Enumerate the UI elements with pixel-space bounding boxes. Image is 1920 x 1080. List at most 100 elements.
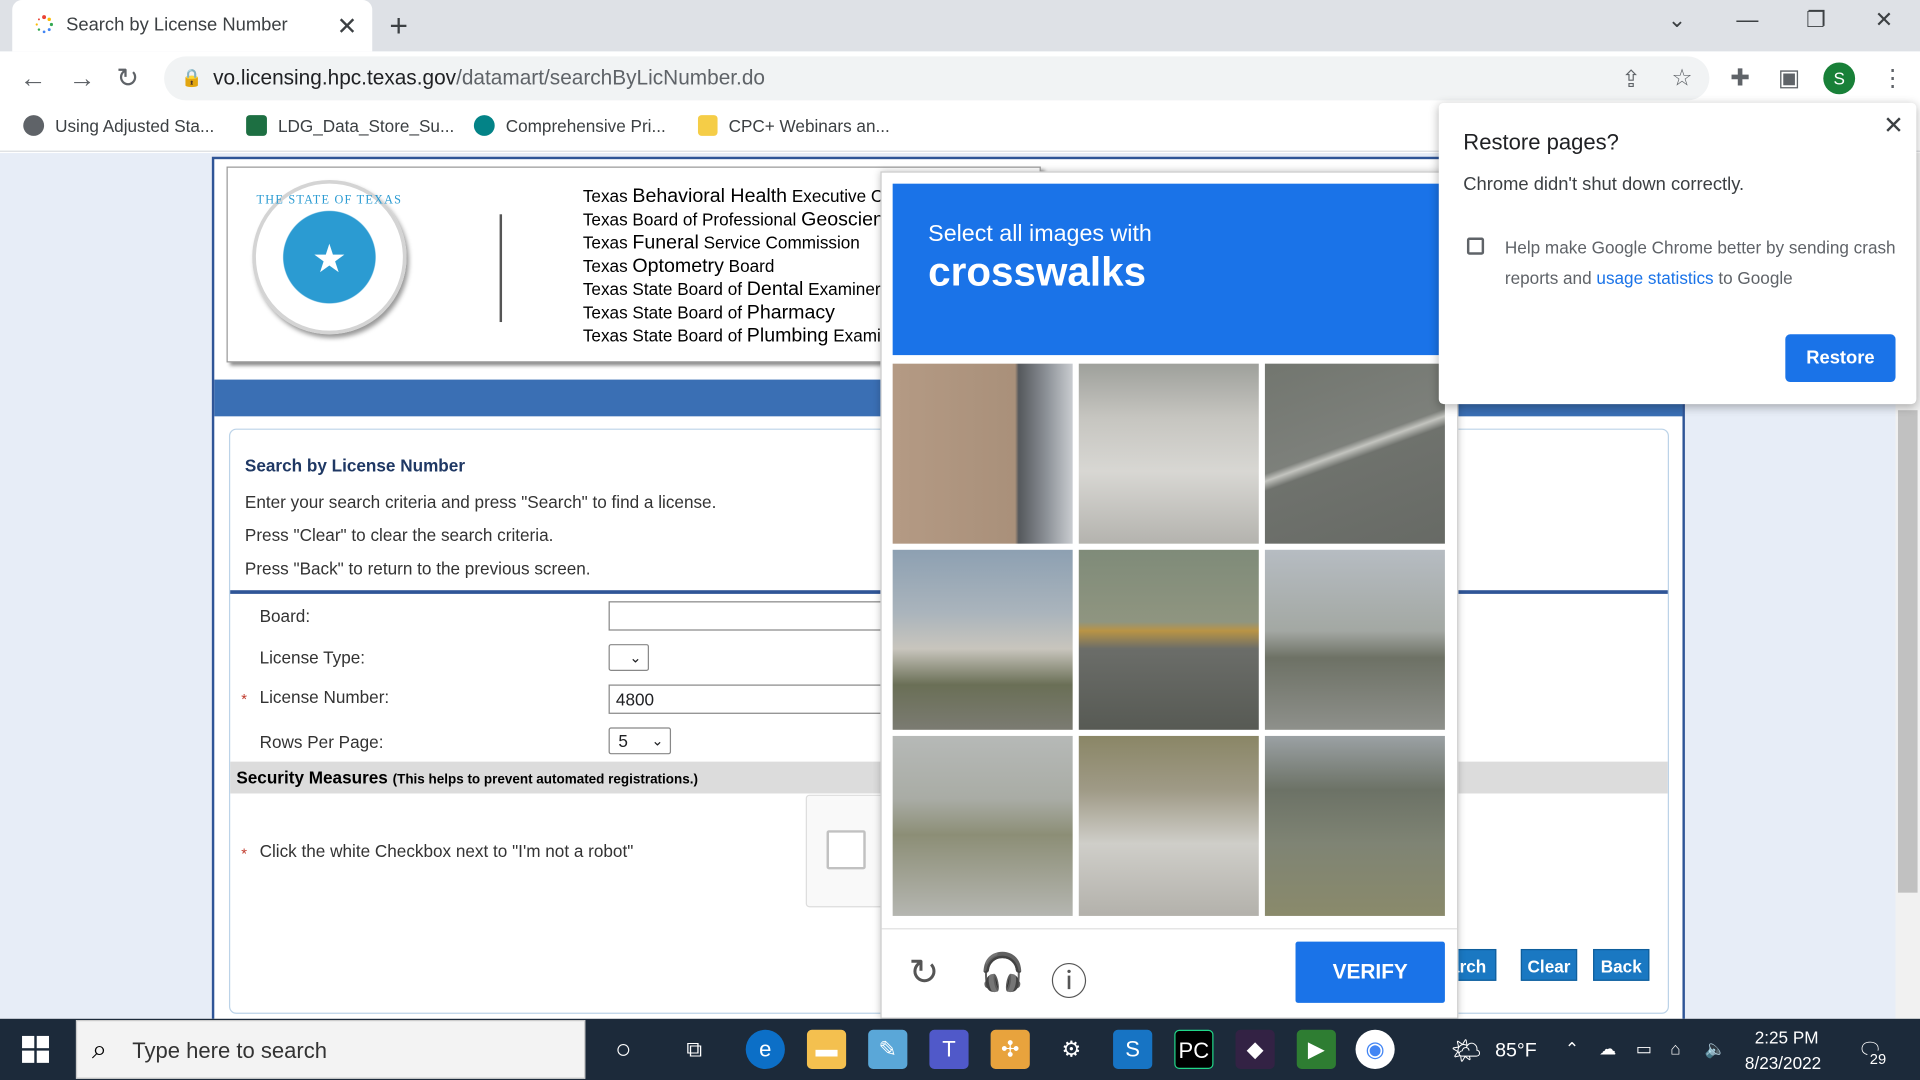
- url-text[interactable]: vo.licensing.hpc.texas.gov/datamart/sear…: [213, 66, 765, 90]
- scrollbar-thumb[interactable]: [1897, 410, 1918, 893]
- onedrive-icon[interactable]: ☁: [1599, 1038, 1616, 1059]
- address-bar[interactable]: 🔒 vo.licensing.hpc.texas.gov/datamart/se…: [164, 56, 1710, 101]
- rows-per-page-select[interactable]: 5 ⌄: [608, 727, 672, 755]
- rows-per-page-label: Rows Per Page:: [259, 732, 384, 752]
- task-view-icon[interactable]: ⧉: [675, 1030, 714, 1069]
- battery-icon[interactable]: ▭: [1636, 1038, 1652, 1059]
- weather-temp[interactable]: 85°F: [1495, 1041, 1537, 1063]
- teams-icon[interactable]: T: [929, 1029, 969, 1069]
- folder-icon: [697, 115, 718, 136]
- reload-icon[interactable]: ↻: [116, 62, 139, 94]
- settings-icon[interactable]: ⚙: [1052, 1030, 1091, 1069]
- bookmark-item[interactable]: Using Adjusted Sta...: [23, 115, 214, 136]
- chevron-down-icon: ⌄: [651, 732, 664, 750]
- license-type-label: License Type:: [259, 647, 366, 668]
- loading-spinner-icon: [35, 15, 54, 34]
- notepad-icon[interactable]: ✎: [868, 1029, 908, 1069]
- side-panel-icon[interactable]: ▣: [1778, 65, 1800, 93]
- tab-search-by-license[interactable]: Search by License Number ✕: [12, 0, 373, 52]
- sharepoint-icon: [473, 115, 495, 136]
- back-button[interactable]: Back: [1593, 948, 1650, 981]
- board-name: Texas State Board of Plumbing Examir: [582, 325, 887, 347]
- clear-button[interactable]: Clear: [1520, 948, 1578, 981]
- instruction-text: Press "Clear" to clear the search criter…: [244, 525, 554, 545]
- forward-icon[interactable]: →: [69, 62, 96, 94]
- info-icon[interactable]: ⓘ: [1051, 951, 1088, 1005]
- weather-icon[interactable]: 🌤: [1451, 1036, 1482, 1067]
- show-hidden-icons-icon[interactable]: ⌃: [1565, 1038, 1579, 1059]
- bookmark-item[interactable]: CPC+ Webinars an...: [697, 115, 890, 136]
- board-name: Texas Funeral Service Commission: [582, 232, 860, 254]
- captcha-tile[interactable]: [892, 549, 1073, 730]
- security-title: Security Measures (This helps to prevent…: [236, 767, 698, 788]
- bookmark-item[interactable]: LDG_Data_Store_Su...: [246, 115, 454, 136]
- captcha-tile[interactable]: [892, 363, 1073, 544]
- tab-close-icon[interactable]: ✕: [337, 11, 358, 42]
- captcha-tile[interactable]: [1264, 549, 1445, 730]
- bookmark-item[interactable]: Comprehensive Pri...: [473, 115, 666, 136]
- sharepoint-app-icon[interactable]: S: [1113, 1029, 1153, 1069]
- chrome-icon[interactable]: ◉: [1355, 1029, 1395, 1069]
- captcha-tile[interactable]: [1264, 363, 1445, 544]
- captcha-tile[interactable]: [1078, 735, 1259, 916]
- robot-instruction: Click the white Checkbox next to "I'm no…: [259, 841, 634, 861]
- share-icon[interactable]: ⇪: [1621, 66, 1640, 94]
- cortana-icon[interactable]: ○: [604, 1030, 643, 1069]
- board-input[interactable]: [608, 601, 891, 631]
- edge-icon[interactable]: e: [745, 1029, 785, 1069]
- file-explorer-icon[interactable]: ▬: [806, 1029, 847, 1069]
- dialog-title: Restore pages?: [1463, 129, 1619, 155]
- windows-start-icon[interactable]: [22, 1035, 49, 1063]
- image-grid: [892, 363, 1449, 920]
- media-player-icon[interactable]: ▶: [1296, 1029, 1336, 1069]
- texas-seal-logo: THE STATE OF TEXAS ★: [252, 180, 407, 335]
- tab-strip: Search by License Number ✕ + ⌄ — ❐ ✕: [0, 0, 1920, 52]
- menu-icon[interactable]: ⋮: [1881, 65, 1904, 93]
- bookmark-star-icon[interactable]: ☆: [1671, 65, 1692, 93]
- usage-statistics-link[interactable]: usage statistics: [1596, 268, 1713, 288]
- app-icon[interactable]: ◆: [1235, 1029, 1275, 1069]
- captcha-tile[interactable]: [1078, 549, 1259, 730]
- checkbox-label: Help make Google Chrome better by sendin…: [1504, 237, 1896, 288]
- board-list: Texas Behavioral Health Executive Co Tex…: [583, 185, 893, 348]
- extensions-icon[interactable]: ✚: [1730, 65, 1749, 93]
- captcha-tile[interactable]: [1264, 735, 1445, 916]
- close-window-icon[interactable]: ✕: [1875, 7, 1893, 33]
- audio-challenge-icon[interactable]: 🎧: [980, 951, 1026, 994]
- tab-title: Search by License Number: [66, 14, 288, 36]
- captcha-tile[interactable]: [1078, 363, 1259, 544]
- dialog-message: Chrome didn't shut down correctly.: [1463, 173, 1745, 195]
- challenge-prompt: Select all images with: [928, 221, 1152, 248]
- clock-date[interactable]: 8/23/2022: [1745, 1053, 1821, 1073]
- page-title: Search by License Number: [244, 455, 466, 476]
- restore-window-icon[interactable]: ❐: [1806, 7, 1826, 33]
- close-icon[interactable]: ✕: [1883, 110, 1904, 141]
- verify-button[interactable]: VERIFY: [1295, 941, 1445, 1003]
- profile-avatar[interactable]: S: [1823, 62, 1856, 95]
- seal-text: THE STATE OF TEXAS: [256, 193, 403, 207]
- volume-icon[interactable]: 🔈: [1705, 1038, 1726, 1059]
- send-stats-checkbox[interactable]: [1466, 237, 1485, 255]
- new-tab-icon[interactable]: +: [389, 7, 408, 45]
- lock-icon[interactable]: 🔒: [181, 67, 202, 88]
- slack-icon[interactable]: ✣: [990, 1029, 1030, 1069]
- reload-challenge-icon[interactable]: ↻: [909, 951, 940, 994]
- instruction-text: Enter your search criteria and press "Se…: [244, 492, 717, 512]
- back-icon[interactable]: ←: [20, 62, 47, 94]
- search-icon: ⌕: [91, 1033, 107, 1065]
- network-icon[interactable]: ⌂: [1670, 1038, 1680, 1058]
- license-type-select[interactable]: ⌄: [608, 644, 649, 672]
- pycharm-icon[interactable]: PC: [1174, 1029, 1214, 1069]
- im-not-a-robot-checkbox[interactable]: [826, 830, 866, 870]
- board-label: Board:: [259, 606, 311, 626]
- restore-button[interactable]: Restore: [1785, 334, 1896, 383]
- challenge-footer-divider: [881, 928, 1458, 930]
- minimize-icon[interactable]: —: [1736, 7, 1758, 33]
- taskbar-search-box[interactable]: ⌕ Type here to search: [75, 1020, 586, 1079]
- browser-toolbar: ← → ↻ 🔒 vo.licensing.hpc.texas.gov/datam…: [0, 51, 1920, 106]
- tab-search-chevron-icon[interactable]: ⌄: [1668, 7, 1686, 33]
- star-icon: ★: [311, 236, 347, 281]
- license-number-input[interactable]: 4800: [608, 684, 891, 714]
- captcha-tile[interactable]: [892, 735, 1073, 916]
- clock-time[interactable]: 2:25 PM: [1755, 1027, 1819, 1047]
